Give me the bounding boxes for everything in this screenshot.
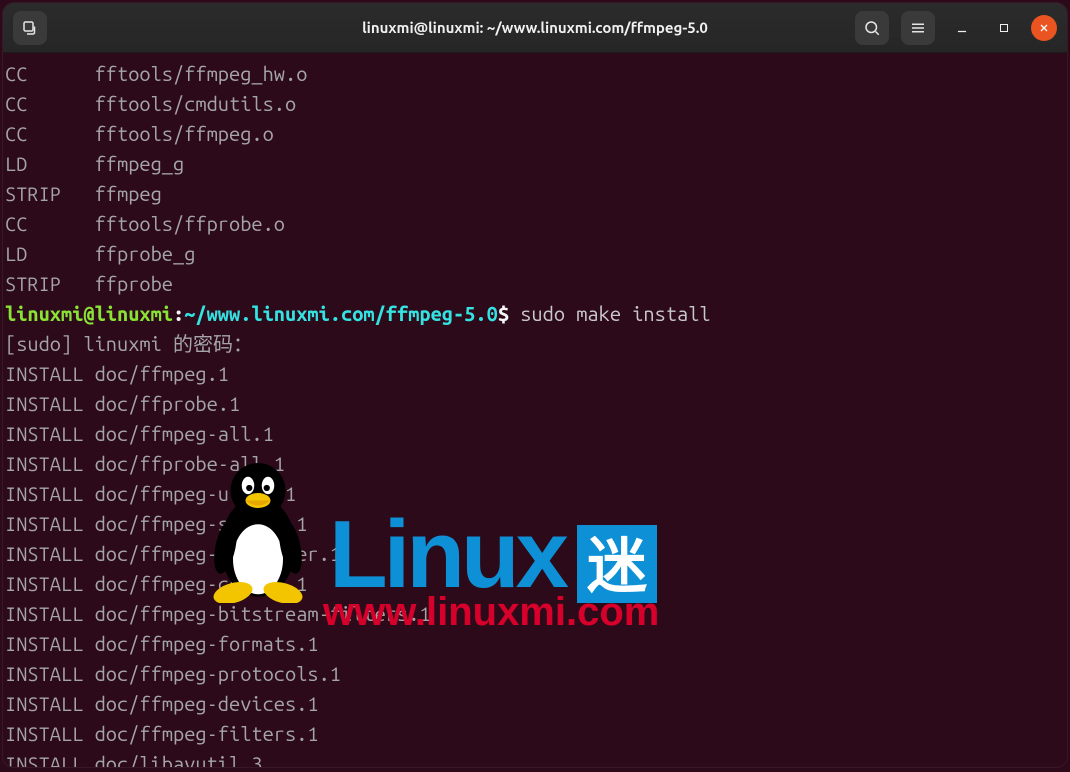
sudo-prompt: [sudo] linuxmi 的密码： (5, 329, 1065, 359)
build-line: CC fftools/cmdutils.o (5, 89, 1065, 119)
prompt-sep: : (173, 302, 184, 325)
minimize-button[interactable] (947, 13, 977, 43)
prompt-dollar: $ (498, 302, 520, 325)
menu-button[interactable] (901, 11, 935, 45)
terminal-viewport[interactable]: CC fftools/ffmpeg_hw.o CC fftools/cmduti… (3, 53, 1067, 767)
install-line: INSTALL doc/ffmpeg-resampler.1 (5, 539, 1065, 569)
build-line: CC fftools/ffmpeg.o (5, 119, 1065, 149)
build-line: STRIP ffprobe (5, 269, 1065, 299)
command-text: sudo make install (520, 302, 710, 325)
build-line: LD ffmpeg_g (5, 149, 1065, 179)
install-line: INSTALL doc/ffprobe.1 (5, 389, 1065, 419)
install-line: INSTALL doc/ffmpeg-all.1 (5, 419, 1065, 449)
install-line: INSTALL doc/ffmpeg-devices.1 (5, 689, 1065, 719)
prompt-user-host: linuxmi@linuxmi (5, 302, 173, 325)
install-line: INSTALL doc/ffprobe-all.1 (5, 449, 1065, 479)
maximize-button[interactable] (989, 13, 1019, 43)
prompt-line: linuxmi@linuxmi:~/www.linuxmi.com/ffmpeg… (5, 299, 1065, 329)
install-line: INSTALL doc/ffmpeg-protocols.1 (5, 659, 1065, 689)
maximize-icon (998, 22, 1010, 34)
build-line: STRIP ffmpeg (5, 179, 1065, 209)
close-button[interactable] (1031, 15, 1057, 41)
install-line: INSTALL doc/libavutil.3 (5, 749, 1065, 767)
build-line: LD ffprobe_g (5, 239, 1065, 269)
terminal-window: linuxmi@linuxmi: ~/www.linuxmi.com/ffmpe… (2, 2, 1068, 768)
install-line: INSTALL doc/ffmpeg-scaler.1 (5, 509, 1065, 539)
window-title: linuxmi@linuxmi: ~/www.linuxmi.com/ffmpe… (362, 19, 708, 36)
hamburger-icon (909, 19, 927, 37)
install-line: INSTALL doc/ffmpeg-utils.1 (5, 479, 1065, 509)
build-line: CC fftools/ffprobe.o (5, 209, 1065, 239)
install-line: INSTALL doc/ffmpeg-filters.1 (5, 719, 1065, 749)
new-tab-button[interactable] (13, 11, 47, 45)
install-line: INSTALL doc/ffmpeg-bitstream-filters.1 (5, 599, 1065, 629)
install-line: INSTALL doc/ffmpeg-codecs.1 (5, 569, 1065, 599)
install-line: INSTALL doc/ffmpeg.1 (5, 359, 1065, 389)
build-line: CC fftools/ffmpeg_hw.o (5, 59, 1065, 89)
close-icon (1038, 22, 1050, 34)
new-tab-icon (21, 19, 39, 37)
install-line: INSTALL doc/ffmpeg-formats.1 (5, 629, 1065, 659)
search-button[interactable] (855, 11, 889, 45)
prompt-cwd: ~/www.linuxmi.com/ffmpeg-5.0 (184, 302, 498, 325)
search-icon (863, 19, 881, 37)
minimize-icon (955, 21, 969, 35)
titlebar: linuxmi@linuxmi: ~/www.linuxmi.com/ffmpe… (3, 3, 1067, 53)
